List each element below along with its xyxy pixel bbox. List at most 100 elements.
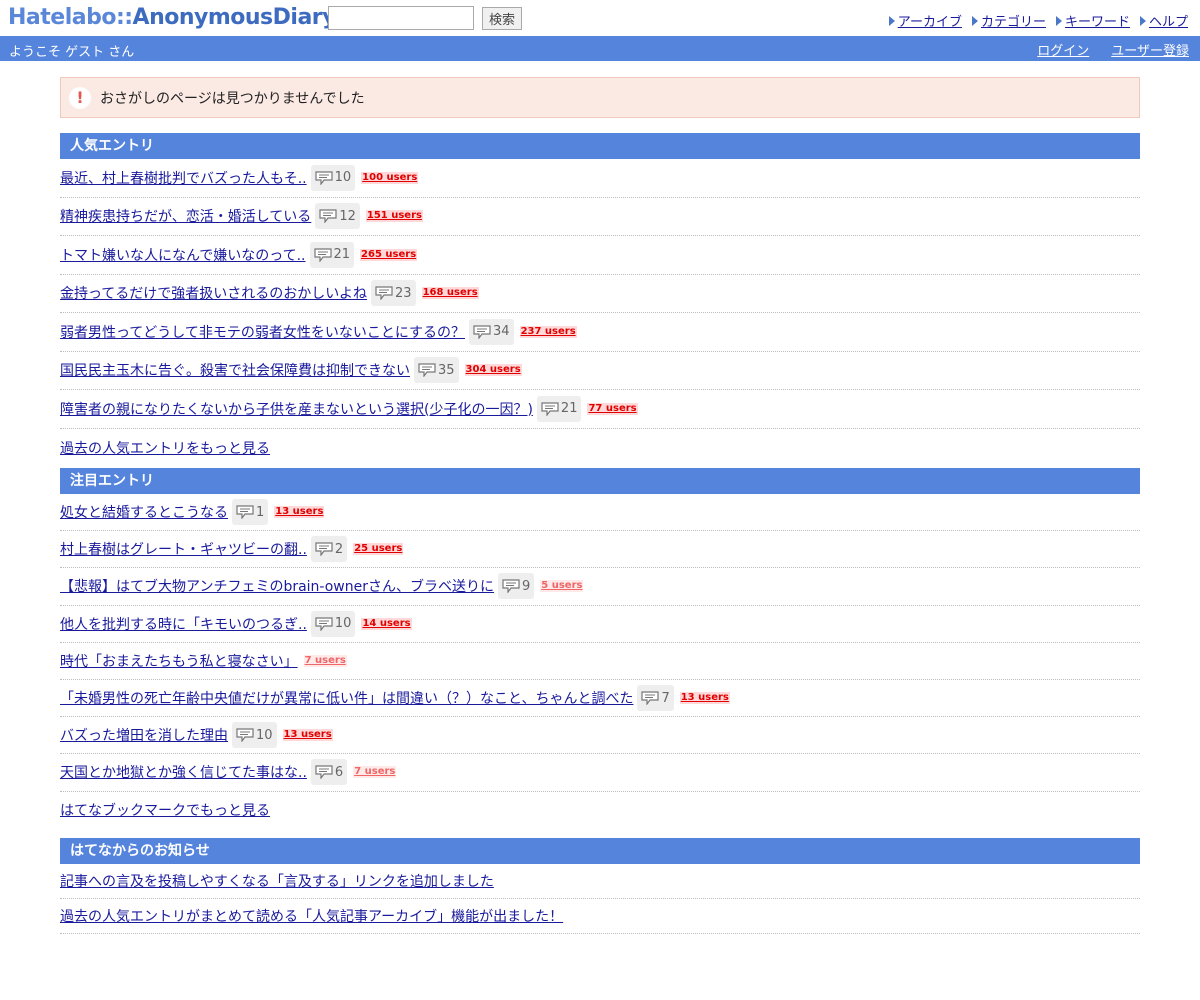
comment-count: 10 [256, 727, 273, 743]
news-link[interactable]: 過去の人気エントリがまとめて読める「人気記事アーカイブ」機能が出ました！ [60, 906, 563, 926]
comment-bubble-icon [641, 691, 661, 706]
bookmark-users-link[interactable]: 13 users [282, 729, 333, 742]
more-row: はてなブックマークでもっと見る [60, 792, 1140, 829]
entry-title-link[interactable]: 最近、村上春樹批判でバズった人もそ.. [60, 168, 307, 188]
comment-bubble-icon [315, 617, 335, 631]
comment-bubble-icon [236, 505, 256, 520]
comment-count-badge[interactable]: 7 [637, 685, 674, 712]
comment-bubble-icon [502, 579, 522, 594]
comment-count-badge[interactable]: 10 [232, 722, 277, 749]
comment-count-badge[interactable]: 23 [371, 280, 416, 307]
entry-title-link[interactable]: トマト嫌いな人になんで嫌いなのって.. [60, 245, 306, 265]
comment-count: 21 [333, 247, 351, 263]
register-link[interactable]: ユーザー登録 [1111, 40, 1189, 59]
comment-count-badge[interactable]: 21 [536, 395, 582, 422]
entry-row: 「未婚男性の死亡年齢中央値だけが異常に低い件」は間違い（？）なこと、ちゃんと調べ… [60, 680, 1140, 718]
comment-bubble-icon [473, 325, 493, 339]
entry-title-link[interactable]: 精神疾患持ちだが、恋活・婚活している [60, 206, 311, 226]
bookmark-users-link[interactable]: 5 users [540, 580, 584, 593]
bookmark-users-link[interactable]: 100 users [361, 171, 419, 184]
comment-count-badge[interactable]: 9 [498, 573, 535, 600]
entry-title-link[interactable]: バズった増田を消した理由 [60, 725, 228, 745]
news-section-title: はてなからのお知らせ [60, 838, 1140, 864]
nav-link-archive[interactable]: アーカイブ [898, 11, 962, 30]
comment-bubble-icon [315, 171, 335, 185]
comment-count-badge[interactable]: 21 [309, 241, 355, 268]
comment-bubble-icon [375, 286, 395, 301]
nav-item-keyword: キーワード [1055, 11, 1130, 30]
comment-count: 6 [334, 764, 344, 780]
entry-title-link[interactable]: 処女と結婚するとこうなる [60, 502, 228, 522]
entry-title-link[interactable]: 金持ってるだけで強者扱いされるのおかしいよね [60, 283, 367, 303]
bookmark-users-link[interactable]: 151 users [365, 210, 423, 223]
bookmark-users-link[interactable]: 13 users [274, 506, 325, 519]
comment-count: 1 [256, 504, 265, 520]
news-link[interactable]: 記事への言及を投稿しやすくなる「言及する」リンクを追加しました [60, 871, 494, 891]
comment-count: 12 [339, 208, 356, 224]
more-link[interactable]: 過去の人気エントリをもっと見る [60, 438, 270, 458]
entry-row: 精神疾患持ちだが、恋活・婚活している 12 151 users [60, 198, 1140, 236]
comment-count-badge[interactable]: 10 [310, 610, 356, 637]
entry-row: 天国とか地獄とか強く信じてた事はな.. 6 7 users [60, 754, 1140, 792]
warning-icon: ! [69, 86, 91, 109]
entry-title-link[interactable]: 「未婚男性の死亡年齢中央値だけが異常に低い件」は間違い（？）なこと、ちゃんと調べ… [60, 688, 633, 708]
more-row: 過去の人気エントリをもっと見る [60, 429, 1140, 468]
bookmark-users-link[interactable]: 265 users [360, 248, 418, 261]
comment-count-badge[interactable]: 1 [232, 499, 269, 526]
bookmark-users-link[interactable]: 77 users [587, 402, 638, 415]
bookmark-users-link[interactable]: 237 users [519, 325, 577, 338]
comment-count-badge[interactable]: 6 [310, 759, 348, 786]
entry-row: トマト嫌いな人になんで嫌いなのって.. 21 265 users [60, 236, 1140, 275]
bookmark-users-link[interactable]: 14 users [361, 617, 412, 630]
entry-title-link[interactable]: 天国とか地獄とか強く信じてた事はな.. [60, 762, 307, 782]
entry-row: 国民民主玉木に告ぐ。殺害で社会保障費は抑制できない 35 304 users [60, 352, 1140, 390]
bookmark-users-link[interactable]: 168 users [421, 287, 479, 300]
comment-count-badge[interactable]: 35 [414, 357, 459, 384]
comment-count: 23 [395, 285, 412, 301]
entry-title-link[interactable]: 【悲報】はてブ大物アンチフェミのbrain-ownerさん、ブラベ送りに [60, 576, 494, 596]
entry-title-link[interactable]: 時代「おまえたちもう私と寝なさい」 [60, 651, 298, 671]
news-item: 記事への言及を投稿しやすくなる「言及する」リンクを追加しました [60, 864, 1140, 899]
nav-link-keyword[interactable]: キーワード [1065, 11, 1130, 30]
bookmark-users-link[interactable]: 7 users [303, 654, 347, 667]
user-bar: ようこそ ゲスト さん ログイン ユーザー登録 [0, 36, 1200, 61]
entry-title-link[interactable]: 国民民主玉木に告ぐ。殺害で社会保障費は抑制できない [60, 360, 410, 380]
user-links: ログイン ユーザー登録 [1037, 40, 1189, 59]
welcome-text: ようこそ ゲスト さん [9, 45, 135, 60]
nav-link-help[interactable]: ヘルプ [1149, 11, 1188, 30]
login-link[interactable]: ログイン [1037, 40, 1089, 59]
entry-title-link[interactable]: 他人を批判する時に「キモいのつるぎ.. [60, 614, 307, 634]
news-item: 過去の人気エントリがまとめて読める「人気記事アーカイブ」機能が出ました！ [60, 899, 1140, 934]
nav-item-help: ヘルプ [1139, 11, 1188, 30]
bookmark-users-link[interactable]: 13 users [679, 692, 730, 705]
comment-count-badge[interactable]: 10 [310, 164, 356, 191]
site-logo[interactable]: Hatelabo::AnonymousDiary [8, 5, 337, 30]
more-link[interactable]: はてなブックマークでもっと見る [60, 800, 270, 820]
comment-count: 34 [493, 324, 510, 340]
entry-row: 他人を批判する時に「キモいのつるぎ.. 10 14 users [60, 606, 1140, 643]
entry-title-link[interactable]: 弱者男性ってどうして非モテの弱者女性をいないことにするの？ [60, 322, 465, 342]
entry-row: バズった増田を消した理由 10 13 users [60, 717, 1140, 755]
comment-count-badge[interactable]: 2 [310, 536, 348, 563]
arrow-right-icon [888, 15, 895, 26]
comment-count: 21 [560, 401, 578, 417]
comment-bubble-icon [236, 728, 256, 743]
nav-link-category[interactable]: カテゴリー [981, 11, 1046, 30]
header-nav: アーカイブ カテゴリー キーワード ヘルプ [888, 11, 1188, 30]
search-input[interactable] [328, 6, 474, 30]
bookmark-users-link[interactable]: 25 users [353, 543, 404, 556]
site-header: Hatelabo::AnonymousDiary 検索 アーカイブ カテゴリー … [0, 0, 1200, 36]
comment-count-badge[interactable]: 34 [469, 318, 514, 345]
entry-row: 時代「おまえたちもう私と寝なさい」 7 users [60, 643, 1140, 680]
comment-count: 10 [334, 616, 352, 632]
entry-title-link[interactable]: 村上春樹はグレート・ギャツビーの翻.. [60, 539, 307, 559]
bookmark-users-link[interactable]: 7 users [353, 766, 397, 779]
bookmark-users-link[interactable]: 304 users [464, 364, 522, 377]
comment-count: 7 [661, 690, 670, 706]
comment-count-badge[interactable]: 12 [315, 203, 360, 230]
entry-row: 最近、村上春樹批判でバズった人もそ.. 10 100 users [60, 159, 1140, 198]
search-button[interactable]: 検索 [482, 7, 522, 30]
featured-section-title: 注目エントリ [60, 468, 1140, 494]
entry-title-link[interactable]: 障害者の親になりたくないから子供を産まないという選択(少子化の一因？) [60, 399, 533, 419]
comment-bubble-icon [319, 209, 339, 224]
